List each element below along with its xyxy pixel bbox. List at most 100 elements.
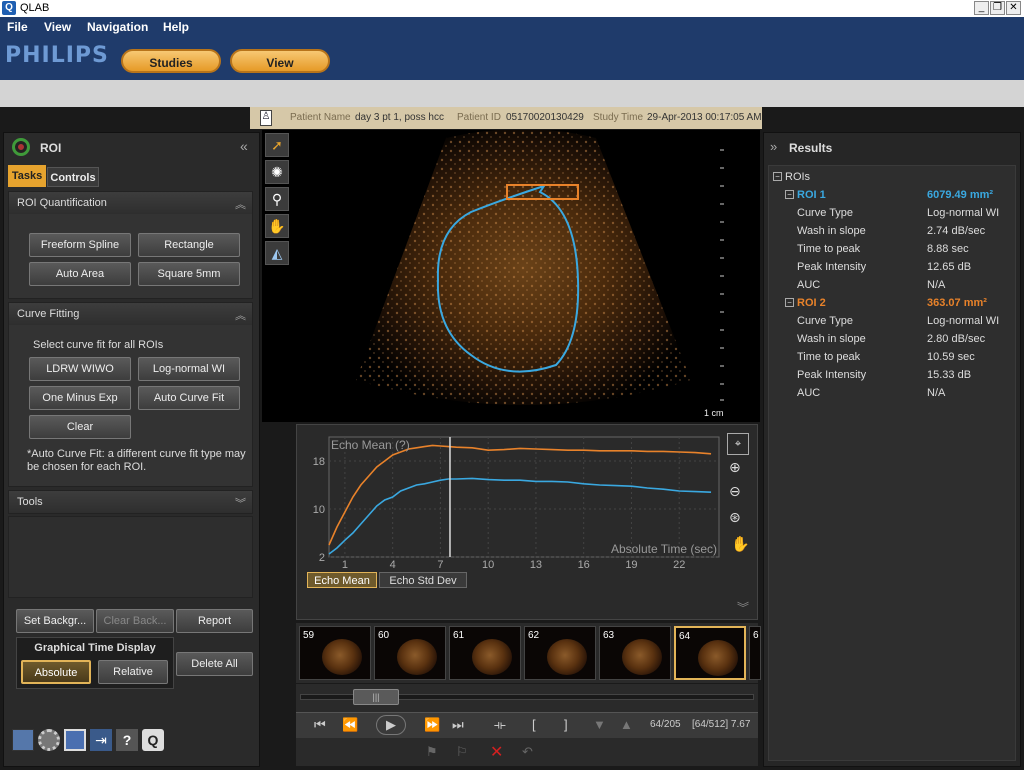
arrow-up-icon[interactable]: ▲ bbox=[620, 717, 633, 732]
absolute-button[interactable]: Absolute bbox=[21, 660, 91, 684]
x-tick-label: 16 bbox=[578, 559, 590, 571]
prev-frame-icon[interactable]: ⏪ bbox=[342, 717, 358, 733]
roi-quant-title: ROI Quantification bbox=[9, 192, 252, 214]
tab-studies[interactable]: Studies bbox=[121, 49, 221, 73]
tab-controls[interactable]: Controls bbox=[47, 167, 99, 187]
echo-std-dev-button[interactable]: Echo Std Dev bbox=[379, 572, 467, 588]
zoom-out-icon[interactable]: ⊖ bbox=[729, 483, 741, 500]
mirror-tool-icon[interactable]: ◭ bbox=[265, 241, 289, 265]
zoom-in-icon[interactable]: ⊕ bbox=[729, 459, 741, 476]
minimize-button[interactable]: _ bbox=[974, 1, 989, 15]
help-icon[interactable]: ? bbox=[116, 729, 138, 751]
menu-help[interactable]: Help bbox=[163, 20, 189, 34]
slider-thumb[interactable]: ||| bbox=[353, 689, 399, 705]
pan-tool-icon[interactable]: ✋ bbox=[265, 214, 289, 238]
result-value: 2.80 dB/sec bbox=[927, 333, 986, 345]
last-frame-icon[interactable]: ⏭ bbox=[452, 717, 464, 733]
q-icon[interactable]: Q bbox=[142, 729, 164, 751]
zoom-reset-icon[interactable]: ⊛ bbox=[729, 509, 741, 526]
mark-end-icon[interactable]: ] bbox=[564, 717, 568, 732]
restore-button[interactable]: ❐ bbox=[990, 1, 1005, 15]
split-icon[interactable]: ⟛ bbox=[494, 717, 506, 733]
brightness-tool-icon[interactable]: ✺ bbox=[265, 160, 289, 184]
ldrw-wiwo-button[interactable]: LDRW WIWO bbox=[29, 357, 131, 381]
tools-section[interactable]: Tools ︾ bbox=[8, 490, 253, 514]
frame-number: 60 bbox=[378, 630, 390, 641]
collapse-box-icon[interactable]: − bbox=[773, 172, 782, 181]
first-frame-icon[interactable]: ⏮ bbox=[314, 717, 326, 733]
undo-icon[interactable]: ↶ bbox=[522, 744, 533, 760]
chevron-down-icon[interactable]: ︾ bbox=[235, 495, 246, 511]
ultrasound-viewport[interactable]: ➚ ✺ ⚲ ✋ ◭ 1 cm bbox=[262, 130, 760, 422]
tic-chart[interactable]: 1 4 7 10 13 16 19 2221018Echo Mean (?)Absolute … bbox=[297, 425, 757, 595]
patient-name: day 3 pt 1, poss hcc bbox=[355, 112, 444, 123]
frame-thumbnail[interactable]: 61 bbox=[449, 626, 521, 680]
pan-hand-icon[interactable]: ✋ bbox=[731, 535, 750, 553]
one-minus-exp-button[interactable]: One Minus Exp bbox=[29, 386, 131, 410]
auto-curve-fit-button[interactable]: Auto Curve Fit bbox=[138, 386, 240, 410]
save-icon[interactable] bbox=[64, 729, 86, 751]
settings-icon[interactable] bbox=[38, 729, 60, 751]
frame-thumbnail[interactable]: 63 bbox=[599, 626, 671, 680]
chevron-up-icon[interactable]: ︽ bbox=[235, 196, 246, 212]
menu-file[interactable]: File bbox=[7, 20, 28, 34]
play-icon[interactable]: ▶ bbox=[376, 715, 406, 735]
report-button[interactable]: Report bbox=[176, 609, 253, 633]
frame-thumbnail[interactable]: 64 bbox=[674, 626, 746, 680]
frame-thumbnail[interactable]: 59 bbox=[299, 626, 371, 680]
film-icon[interactable] bbox=[12, 729, 34, 751]
frame-slider[interactable]: ||| bbox=[296, 684, 758, 712]
collapse-icon[interactable]: « bbox=[240, 138, 248, 154]
freeform-spline-button[interactable]: Freeform Spline bbox=[29, 233, 131, 257]
flag-end-icon[interactable]: ⚐ bbox=[456, 744, 468, 760]
tab-tasks[interactable]: Tasks bbox=[8, 165, 46, 187]
delete-all-button[interactable]: Delete All bbox=[176, 652, 253, 676]
square-5mm-button[interactable]: Square 5mm bbox=[138, 262, 240, 286]
echo-mean-button[interactable]: Echo Mean bbox=[307, 572, 377, 588]
thumbnail-image bbox=[322, 639, 362, 675]
arrow-down-icon[interactable]: ▼ bbox=[593, 717, 606, 732]
rectangle-button[interactable]: Rectangle bbox=[138, 233, 240, 257]
study-time: 29-Apr-2013 00:17:05 AM bbox=[647, 112, 762, 123]
frame-number: 6 bbox=[753, 630, 759, 641]
result-value: 8.88 sec bbox=[927, 243, 969, 255]
close-button[interactable]: ✕ bbox=[1006, 1, 1021, 15]
zoom-tool-icon[interactable]: ⚲ bbox=[265, 187, 289, 211]
patient-id: 05170020130429 bbox=[506, 112, 584, 123]
tab-view[interactable]: View bbox=[230, 49, 330, 73]
menu-view[interactable]: View bbox=[44, 20, 71, 34]
menu-navigation[interactable]: Navigation bbox=[87, 20, 148, 34]
frame-thumbnail[interactable]: 62 bbox=[524, 626, 596, 680]
next-frame-icon[interactable]: ⏩ bbox=[424, 717, 440, 733]
roi-result-header[interactable]: − ROI 2 363.07 mm² bbox=[785, 297, 1015, 311]
patient-id-label: Patient ID bbox=[457, 112, 501, 123]
cancel-icon[interactable]: ✕ bbox=[490, 742, 503, 762]
collapse-box-icon[interactable]: − bbox=[785, 190, 794, 199]
clear-button[interactable]: Clear bbox=[29, 415, 131, 439]
expand-icon[interactable]: » bbox=[770, 139, 777, 154]
roi-result-header[interactable]: − ROI 1 6079.49 mm² bbox=[785, 189, 1015, 203]
clear-background-button[interactable]: Clear Back... bbox=[96, 609, 174, 633]
log-normal-wi-button[interactable]: Log-normal WI bbox=[138, 357, 240, 381]
flag-start-icon[interactable]: ⚑ bbox=[426, 744, 438, 760]
relative-button[interactable]: Relative bbox=[98, 660, 168, 684]
y-tick-label: 2 bbox=[319, 552, 325, 564]
collapse-box-icon[interactable]: − bbox=[785, 298, 794, 307]
result-row: Time to peak 10.59 sec bbox=[797, 351, 1017, 365]
app-header: PHILIPS Studies View bbox=[0, 37, 1024, 80]
pointer-tool-icon[interactable]: ➚ bbox=[265, 133, 289, 157]
set-background-button[interactable]: Set Backgr... bbox=[16, 609, 94, 633]
mark-start-icon[interactable]: [ bbox=[532, 717, 536, 732]
auto-area-button[interactable]: Auto Area bbox=[29, 262, 131, 286]
frame-thumbnail[interactable]: 60 bbox=[374, 626, 446, 680]
exit-icon[interactable]: ⇥ bbox=[90, 729, 112, 751]
result-row: Curve Type Log-normal WI bbox=[797, 315, 1017, 329]
chevron-down-icon[interactable]: ︾ bbox=[737, 599, 749, 616]
result-value: 15.33 dB bbox=[927, 369, 972, 381]
frame-total: [64/512] 7.67 bbox=[692, 719, 751, 730]
crosshair-icon[interactable]: ⌖ bbox=[727, 433, 749, 455]
chevron-up-icon[interactable]: ︽ bbox=[235, 307, 246, 323]
frame-thumbnail[interactable]: 6 bbox=[749, 626, 761, 680]
philips-logo: PHILIPS bbox=[5, 43, 109, 68]
frame-thumbnails: 59 60 61 62 63 64 6 bbox=[296, 623, 761, 683]
